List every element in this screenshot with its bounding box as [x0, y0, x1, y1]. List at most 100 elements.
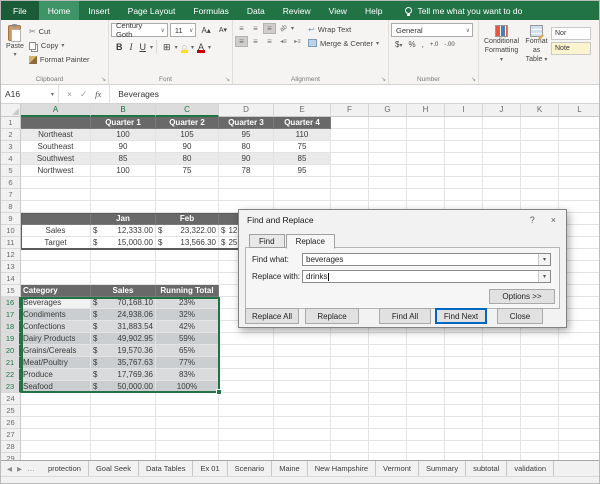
copy-button[interactable]: Copy ▾: [27, 39, 92, 52]
grid-cell[interactable]: [219, 441, 274, 453]
grid-cell[interactable]: [219, 417, 274, 429]
increase-indent-button[interactable]: ▸≡: [291, 36, 304, 47]
grid-cell[interactable]: [369, 153, 407, 165]
grid-cell[interactable]: [331, 189, 369, 201]
replace-button[interactable]: Replace: [305, 308, 359, 324]
name-box[interactable]: A16 ▾: [1, 85, 59, 103]
grid-cell[interactable]: [156, 273, 219, 285]
grid-cell[interactable]: [91, 249, 156, 261]
grid-cell[interactable]: $50,000.00: [91, 381, 156, 393]
sheet-nav-more-icon[interactable]: …: [27, 464, 35, 473]
grid-cell[interactable]: [219, 345, 274, 357]
grid-cell[interactable]: $35,767.63: [91, 357, 156, 369]
grid-cell[interactable]: [407, 189, 445, 201]
grid-cell[interactable]: [559, 177, 600, 189]
ribbon-tab-view[interactable]: View: [320, 1, 356, 20]
grid-cell[interactable]: [445, 333, 483, 345]
grid-cell[interactable]: [156, 453, 219, 460]
column-header-a[interactable]: A: [21, 104, 91, 117]
grid-cell[interactable]: [91, 441, 156, 453]
grid-cell[interactable]: [331, 177, 369, 189]
column-header-k[interactable]: K: [521, 104, 559, 117]
ribbon-tab-page-layout[interactable]: Page Layout: [119, 1, 185, 20]
grid-cell[interactable]: [369, 117, 407, 129]
grid-cell[interactable]: [483, 453, 521, 460]
decrease-indent-button[interactable]: ◂≡: [277, 36, 290, 47]
grid-cell[interactable]: [521, 345, 559, 357]
sheet-tab-data-tables[interactable]: Data Tables: [139, 461, 193, 476]
grid-cell[interactable]: $23,322.00: [156, 225, 219, 237]
ribbon-tab-insert[interactable]: Insert: [79, 1, 118, 20]
column-header-b[interactable]: B: [91, 104, 156, 117]
grid-cell[interactable]: [407, 345, 445, 357]
column-header-g[interactable]: G: [369, 104, 407, 117]
grid-cell[interactable]: [559, 429, 600, 441]
grid-cell[interactable]: [331, 333, 369, 345]
grid-cell[interactable]: [407, 129, 445, 141]
column-header-d[interactable]: D: [219, 104, 274, 117]
grid-cell[interactable]: [407, 369, 445, 381]
align-center-button[interactable]: ≡: [249, 36, 262, 47]
bold-button[interactable]: B: [113, 41, 126, 54]
merge-center-button[interactable]: Merge & Center ▾: [308, 37, 379, 49]
grid-cell[interactable]: Confections: [21, 321, 91, 333]
grid-cell[interactable]: [331, 441, 369, 453]
grid-cell[interactable]: [407, 153, 445, 165]
replace-all-button[interactable]: Replace All: [245, 308, 299, 324]
grid-cell[interactable]: [483, 189, 521, 201]
formula-input[interactable]: Beverages: [110, 85, 159, 103]
row-header-11[interactable]: 11: [1, 237, 21, 249]
find-what-input[interactable]: beverages ▾: [302, 253, 551, 266]
grid-cell[interactable]: [331, 393, 369, 405]
grid-cell[interactable]: [407, 141, 445, 153]
replace-with-input[interactable]: drinks ▾: [302, 270, 551, 283]
sheet-nav-right-icon[interactable]: ▶: [17, 465, 22, 473]
grid-cell[interactable]: [156, 441, 219, 453]
grid-cell[interactable]: [331, 129, 369, 141]
grid-cell[interactable]: [21, 201, 91, 213]
grid-cell[interactable]: [369, 369, 407, 381]
row-header-9[interactable]: 9: [1, 213, 21, 225]
orientation-button[interactable]: ab: [277, 23, 290, 34]
font-color-button[interactable]: A: [195, 41, 207, 54]
grid-cell[interactable]: [219, 405, 274, 417]
row-header-10[interactable]: 10: [1, 225, 21, 237]
grid-cell[interactable]: [21, 261, 91, 273]
row-header-7[interactable]: 7: [1, 189, 21, 201]
grid-cell[interactable]: [369, 189, 407, 201]
grid-cell[interactable]: [331, 345, 369, 357]
number-format-combo[interactable]: General ∨: [391, 23, 473, 37]
grid-cell[interactable]: [445, 177, 483, 189]
grid-cell[interactable]: [331, 417, 369, 429]
grid-cell[interactable]: [91, 417, 156, 429]
grid-cell[interactable]: [407, 441, 445, 453]
grid-cell[interactable]: [445, 357, 483, 369]
enter-icon[interactable]: ✓: [80, 89, 87, 100]
grid-cell[interactable]: [156, 201, 219, 213]
grid-cell[interactable]: [91, 261, 156, 273]
grid-cell[interactable]: [407, 381, 445, 393]
grid-cell[interactable]: [445, 405, 483, 417]
grid-cell[interactable]: Sales: [91, 285, 156, 297]
grid-cell[interactable]: Jan: [91, 213, 156, 225]
grid-cell[interactable]: [521, 165, 559, 177]
grid-cell[interactable]: [21, 393, 91, 405]
row-header-21[interactable]: 21: [1, 357, 21, 369]
grid-cell[interactable]: 95: [219, 129, 274, 141]
grid-cell[interactable]: [21, 453, 91, 460]
comma-style-button[interactable]: ,: [420, 40, 426, 49]
grid-cell[interactable]: [369, 165, 407, 177]
grid-cell[interactable]: Dairy Products: [21, 333, 91, 345]
column-header-j[interactable]: J: [483, 104, 521, 117]
shrink-font-button[interactable]: A▾: [216, 24, 230, 37]
grid-cell[interactable]: Running Total: [156, 285, 219, 297]
grid-cell[interactable]: [274, 333, 331, 345]
grid-cell[interactable]: [219, 333, 274, 345]
grid-cell[interactable]: [331, 357, 369, 369]
grid-cell[interactable]: [156, 261, 219, 273]
alignment-dialog-launcher-icon[interactable]: ↘: [381, 76, 386, 83]
grid-cell[interactable]: [445, 369, 483, 381]
grid-cell[interactable]: [483, 345, 521, 357]
sheet-tab-validation[interactable]: validation: [507, 461, 554, 476]
grid-cell[interactable]: [21, 249, 91, 261]
